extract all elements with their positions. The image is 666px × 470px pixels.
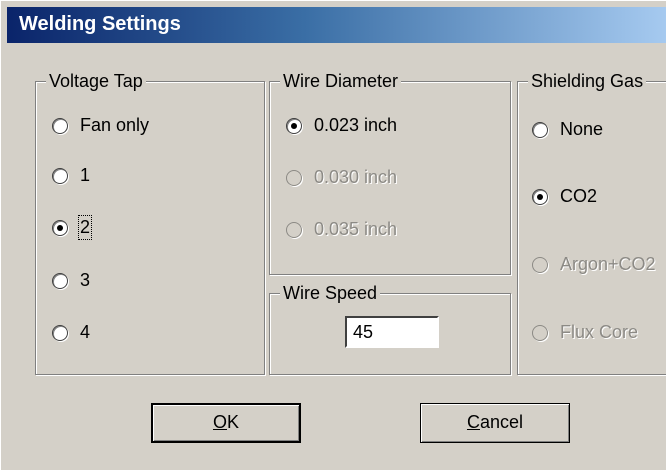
shielding-gas-radio-none[interactable]: None <box>532 119 603 140</box>
radio-label: 4 <box>80 322 91 342</box>
shielding-gas-radio-co2[interactable]: CO2 <box>532 186 597 207</box>
radio-indicator <box>52 167 68 184</box>
radio-indicator <box>286 169 302 186</box>
voltage-tap-group: Voltage Tap Fan only 1 2 3 4 <box>35 69 265 375</box>
cancel-button[interactable]: Cancel <box>420 403 570 443</box>
wire-diameter-radio-0-030: 0.030 inch <box>286 167 397 188</box>
radio-label: 3 <box>80 270 91 290</box>
radio-indicator <box>532 256 548 273</box>
ok-button[interactable]: OK <box>151 403 301 443</box>
radio-label: Argon+CO2 <box>560 254 656 274</box>
radio-label: 2 <box>77 215 93 240</box>
voltage-tap-radio-1[interactable]: 1 <box>52 165 90 186</box>
voltage-tap-radio-3[interactable]: 3 <box>52 270 90 291</box>
radio-label: 0.030 inch <box>314 167 398 187</box>
cancel-mnemonic: C <box>466 412 480 432</box>
window-title: Welding Settings <box>19 13 181 35</box>
voltage-tap-radio-2[interactable]: 2 <box>52 215 93 240</box>
radio-indicator <box>532 324 548 341</box>
radio-label: Fan only <box>80 115 150 135</box>
cancel-label-rest: ancel <box>479 412 524 432</box>
voltage-tap-title: Voltage Tap <box>46 69 146 93</box>
wire-diameter-radio-0-035: 0.035 inch <box>286 219 397 240</box>
radio-indicator <box>286 221 302 238</box>
wire-diameter-radio-0-023[interactable]: 0.023 inch <box>286 115 397 136</box>
radio-indicator <box>52 324 68 341</box>
radio-label: Flux Core <box>560 322 639 342</box>
radio-indicator <box>52 272 68 289</box>
ok-label-rest: K <box>227 412 240 432</box>
radio-label: 0.035 inch <box>314 219 398 239</box>
shielding-gas-group: Shielding Gas None CO2 Argon+CO2 Flux Co… <box>517 69 666 375</box>
wire-speed-input[interactable]: 45 <box>345 316 439 348</box>
wire-speed-title: Wire Speed <box>280 281 381 305</box>
radio-indicator <box>532 121 548 138</box>
radio-indicator <box>532 188 548 205</box>
wire-speed-group: Wire Speed 45 <box>269 281 511 375</box>
shielding-gas-radio-argon-co2: Argon+CO2 <box>532 254 656 275</box>
radio-label: None <box>560 119 604 139</box>
radio-label: 0.023 inch <box>314 115 398 135</box>
wire-diameter-title: Wire Diameter <box>280 69 402 93</box>
ok-mnemonic: O <box>212 412 227 432</box>
voltage-tap-radio-fan-only[interactable]: Fan only <box>52 115 149 136</box>
radio-indicator <box>286 117 302 134</box>
voltage-tap-radio-4[interactable]: 4 <box>52 322 90 343</box>
shielding-gas-title: Shielding Gas <box>528 69 647 93</box>
wire-diameter-group: Wire Diameter 0.023 inch 0.030 inch 0.03… <box>269 69 511 275</box>
radio-label: CO2 <box>560 186 598 206</box>
radio-indicator <box>52 219 68 236</box>
radio-label: 1 <box>80 165 91 185</box>
radio-indicator <box>52 117 68 134</box>
title-bar[interactable]: Welding Settings <box>7 7 666 43</box>
welding-settings-dialog: Welding Settings Voltage Tap Fan only 1 … <box>0 0 666 470</box>
shielding-gas-radio-flux-core: Flux Core <box>532 322 638 343</box>
